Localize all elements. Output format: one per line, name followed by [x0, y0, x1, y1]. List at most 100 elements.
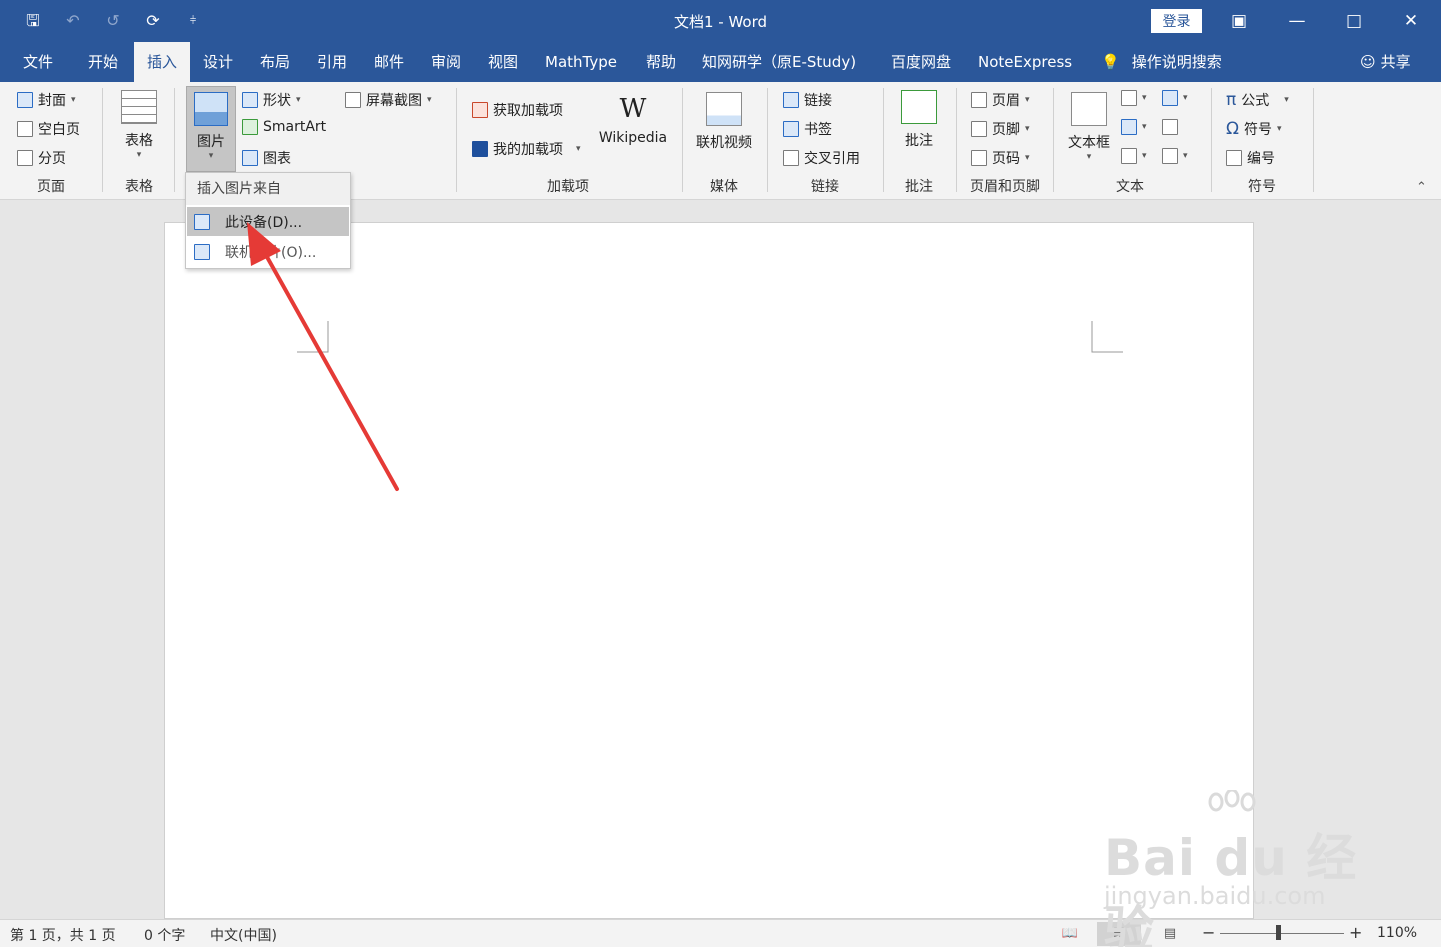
- this-device-menu-item[interactable]: 此设备(D)...: [187, 207, 349, 236]
- screenshot-icon: [345, 92, 361, 108]
- tab-mailings[interactable]: 邮件: [374, 42, 404, 82]
- chevron-down-icon: ▾: [1284, 95, 1289, 105]
- screenshot-button[interactable]: 屏幕截图 ▾: [345, 90, 432, 110]
- shapes-button[interactable]: 形状 ▾: [242, 90, 301, 110]
- page-number-button[interactable]: 页码 ▾: [971, 148, 1030, 168]
- screenshot-label: 屏幕截图: [366, 93, 422, 109]
- wikipedia-button[interactable]: W Wikipedia: [596, 94, 670, 146]
- minimize-icon[interactable]: —: [1282, 8, 1312, 34]
- chevron-down-icon: ▾: [1183, 151, 1188, 161]
- signature-line-icon: [1162, 90, 1178, 106]
- chart-button[interactable]: 图表: [242, 148, 291, 168]
- page-break-label: 分页: [38, 151, 66, 167]
- tab-references[interactable]: 引用: [317, 42, 347, 82]
- header-button[interactable]: 页眉 ▾: [971, 90, 1030, 110]
- tab-baidu-netdisk[interactable]: 百度网盘: [891, 42, 951, 82]
- numbering-button[interactable]: 编号: [1226, 148, 1275, 168]
- comment-icon: [901, 90, 937, 124]
- close-icon[interactable]: ✕: [1396, 8, 1426, 34]
- text-box-button[interactable]: 文本框 ▾: [1064, 92, 1114, 162]
- group-links: 链接: [811, 179, 839, 195]
- comment-button[interactable]: 批注: [896, 90, 942, 150]
- equation-button[interactable]: π 公式 ▾: [1226, 90, 1289, 110]
- group-divider: [883, 88, 884, 192]
- equation-label: 公式: [1241, 93, 1270, 109]
- blank-page-icon: [17, 121, 33, 137]
- object-button[interactable]: ▾: [1162, 148, 1188, 164]
- maximize-icon[interactable]: □: [1339, 8, 1369, 34]
- group-divider: [682, 88, 683, 192]
- tab-design[interactable]: 设计: [203, 42, 233, 82]
- tab-review[interactable]: 审阅: [431, 42, 461, 82]
- document-page[interactable]: [164, 222, 1254, 919]
- tab-mathtype[interactable]: MathType: [545, 42, 617, 82]
- group-media: 媒体: [710, 179, 738, 195]
- signature-line-button[interactable]: ▾: [1162, 90, 1188, 106]
- date-time-button[interactable]: [1162, 119, 1178, 135]
- link-button[interactable]: 链接: [783, 90, 832, 110]
- my-addins-button[interactable]: 我的加载项 ▾: [472, 139, 581, 159]
- tell-me-search[interactable]: 💡 操作说明搜索: [1101, 42, 1222, 82]
- quick-parts-button[interactable]: ▾: [1121, 90, 1147, 106]
- group-divider: [102, 88, 103, 192]
- shapes-icon: [242, 92, 258, 108]
- chevron-down-icon: ▾: [1183, 93, 1188, 103]
- table-button[interactable]: 表格 ▾: [116, 90, 162, 160]
- get-addins-label: 获取加载项: [493, 103, 563, 119]
- quick-parts-icon: [1121, 90, 1137, 106]
- share-button[interactable]: ☺ 共享: [1360, 42, 1411, 82]
- tab-layout[interactable]: 布局: [260, 42, 290, 82]
- group-divider: [174, 88, 175, 192]
- chevron-down-icon: ▾: [1086, 152, 1092, 162]
- chevron-down-icon: ▾: [576, 144, 581, 154]
- zoom-level[interactable]: 110%: [1377, 925, 1417, 941]
- tab-view[interactable]: 视图: [488, 42, 518, 82]
- chevron-down-icon: ▾: [1025, 124, 1030, 134]
- blank-page-button[interactable]: 空白页: [17, 119, 80, 139]
- online-video-button[interactable]: 联机视频: [693, 92, 755, 152]
- tab-cnki[interactable]: 知网研学（原E-Study): [702, 42, 856, 82]
- tab-home[interactable]: 开始: [88, 42, 118, 82]
- table-icon: [121, 90, 157, 124]
- login-button[interactable]: 登录: [1151, 9, 1202, 33]
- symbol-button[interactable]: Ω 符号 ▾: [1226, 119, 1282, 139]
- smartart-icon: [242, 119, 258, 135]
- symbol-label: 符号: [1244, 122, 1272, 138]
- chart-icon: [242, 150, 258, 166]
- object-icon: [1162, 148, 1178, 164]
- chevron-down-icon: ▾: [1025, 95, 1030, 105]
- blank-page-label: 空白页: [38, 122, 80, 138]
- tab-insert[interactable]: 插入: [134, 42, 191, 82]
- cross-reference-button[interactable]: 交叉引用: [783, 148, 860, 168]
- wordart-button[interactable]: ▾: [1121, 119, 1147, 135]
- header-icon: [971, 92, 987, 108]
- get-addins-button[interactable]: 获取加载项: [472, 100, 563, 120]
- language-indicator[interactable]: 中文(中国): [210, 925, 277, 945]
- online-video-icon: [706, 92, 742, 126]
- page-break-button[interactable]: 分页: [17, 148, 66, 168]
- page-count[interactable]: 第 1 页，共 1 页: [10, 925, 116, 945]
- tab-file[interactable]: 文件: [23, 42, 53, 82]
- cover-page-button[interactable]: 封面 ▾: [17, 90, 76, 110]
- group-divider: [1313, 88, 1314, 192]
- insert-picture-dropdown: 插入图片来自 此设备(D)... 联机图片(O)...: [185, 172, 351, 269]
- margin-corner-top-left: [297, 321, 329, 353]
- bookmark-button[interactable]: 书签: [783, 119, 832, 139]
- tab-noteexpress[interactable]: NoteExpress: [978, 42, 1072, 82]
- drop-cap-button[interactable]: ▾: [1121, 148, 1147, 164]
- collapse-ribbon-icon[interactable]: ⌃: [1416, 180, 1427, 195]
- shapes-label: 形状: [263, 93, 291, 109]
- read-mode-icon[interactable]: 📖: [1048, 922, 1092, 946]
- pictures-button[interactable]: 图片 ▾: [186, 86, 236, 172]
- footer-button[interactable]: 页脚 ▾: [971, 119, 1030, 139]
- online-pictures-menu-item[interactable]: 联机图片(O)...: [187, 237, 349, 266]
- chevron-down-icon: ▾: [296, 95, 301, 105]
- tab-help[interactable]: 帮助: [646, 42, 676, 82]
- footer-label: 页脚: [992, 122, 1020, 138]
- ribbon-display-icon[interactable]: ▣: [1224, 8, 1254, 34]
- smartart-button[interactable]: SmartArt: [242, 119, 326, 135]
- word-count[interactable]: 0 个字: [144, 925, 185, 945]
- page-break-icon: [17, 150, 33, 166]
- group-divider: [767, 88, 768, 192]
- this-device-label: 此设备(D)...: [225, 214, 303, 231]
